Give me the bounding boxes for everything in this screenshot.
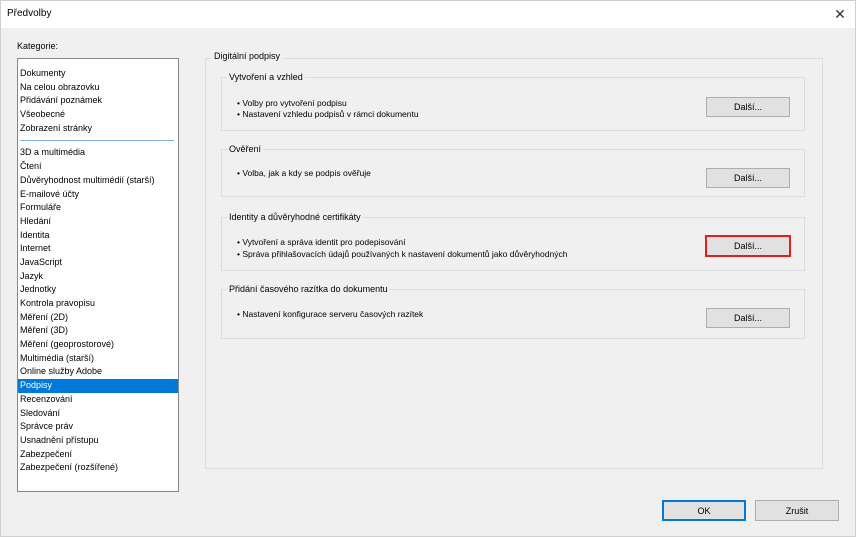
cancel-button[interactable]: Zrušit	[755, 500, 839, 521]
bullet-text: • Nastavení konfigurace serveru časových…	[237, 309, 424, 319]
category-item[interactable]: Internet	[18, 242, 178, 256]
verification-more-button[interactable]: Další...	[706, 168, 790, 188]
bullet-text: • Volby pro vytvoření podpisu	[237, 98, 347, 108]
category-item[interactable]: 3D a multimédia	[18, 146, 178, 160]
category-item[interactable]: Měření (3D)	[18, 324, 178, 338]
category-label: Kategorie:	[17, 41, 59, 51]
category-item[interactable]: Měření (geoprostorové)	[18, 338, 178, 352]
category-item[interactable]: Správce práv	[18, 420, 178, 434]
category-item[interactable]: Důvěryhodnost multimédií (starší)	[18, 174, 178, 188]
category-item[interactable]: Přidávání poznámek	[18, 94, 178, 108]
category-item[interactable]: Jazyk	[18, 270, 178, 284]
category-group-other: 3D a multimédia Čtení Důvěryhodnost multim…	[18, 146, 178, 475]
category-item[interactable]: Sledování	[18, 407, 178, 421]
section-title: Přidání časového razítka do dokumentu	[227, 284, 390, 294]
identities-more-button[interactable]: Další...	[705, 235, 791, 257]
window-title: Předvolby	[7, 8, 52, 19]
section-title: Identity a důvěryhodné certifikáty	[227, 212, 363, 222]
category-item[interactable]: Zobrazení stránky	[18, 122, 178, 136]
ok-button[interactable]: OK	[662, 500, 746, 521]
category-item[interactable]: Na celou obrazovku	[18, 81, 178, 95]
category-item[interactable]: Zabezpečení (rozšířené)	[18, 461, 178, 475]
category-item[interactable]: Hledání	[18, 215, 178, 229]
category-item[interactable]: Identita	[18, 229, 178, 243]
category-item[interactable]: Dokumenty	[18, 67, 178, 81]
category-item[interactable]: JavaScript	[18, 256, 178, 270]
section-title: Vytvoření a vzhled	[227, 72, 305, 82]
bullet-text: • Volba, jak a kdy se podpis ověřuje	[237, 168, 371, 178]
bullet-text: • Nastavení vzhledu podpisů v rámci doku…	[237, 109, 419, 119]
bullet-text: • Správa přihlašovacích údajů používanýc…	[237, 249, 568, 259]
preferences-dialog: Předvolby ✕ Kategorie: Dokumenty Na celou…	[0, 0, 856, 537]
category-item[interactable]: Kontrola pravopisu	[18, 297, 178, 311]
category-item[interactable]: Zabezpečení	[18, 448, 178, 462]
category-group-general: Dokumenty Na celou obrazovku Přidávání poz…	[18, 67, 178, 135]
category-separator	[20, 140, 174, 142]
bullet-text: • Vytvoření a správa identit pro podepis…	[237, 237, 406, 247]
category-item[interactable]: Recenzování	[18, 393, 178, 407]
close-button[interactable]: ✕	[825, 1, 855, 27]
category-item[interactable]: E-mailové účty	[18, 188, 178, 202]
category-item[interactable]: Usnadnění přístupu	[18, 434, 178, 448]
category-item[interactable]: Všeobecné	[18, 108, 178, 122]
close-icon: ✕	[834, 5, 846, 22]
digital-signatures-title: Digitální podpisy	[211, 51, 284, 61]
category-item[interactable]: Měření (2D)	[18, 311, 178, 325]
category-list[interactable]: Dokumenty Na celou obrazovku Přidávání poz…	[17, 58, 179, 492]
timestamp-more-button[interactable]: Další...	[706, 308, 790, 328]
category-item[interactable]: Online služby Adobe	[18, 365, 178, 379]
category-item[interactable]: Jednotky	[18, 283, 178, 297]
category-item[interactable]: Čtení	[18, 160, 178, 174]
creation-more-button[interactable]: Další...	[706, 97, 790, 117]
section-title: Ověření	[227, 144, 264, 154]
category-item[interactable]: Formuláře	[18, 201, 178, 215]
category-item[interactable]: Podpisy	[18, 379, 178, 393]
title-bar: Předvolby ✕	[1, 1, 855, 28]
category-item[interactable]: Multimédia (starší)	[18, 352, 178, 366]
